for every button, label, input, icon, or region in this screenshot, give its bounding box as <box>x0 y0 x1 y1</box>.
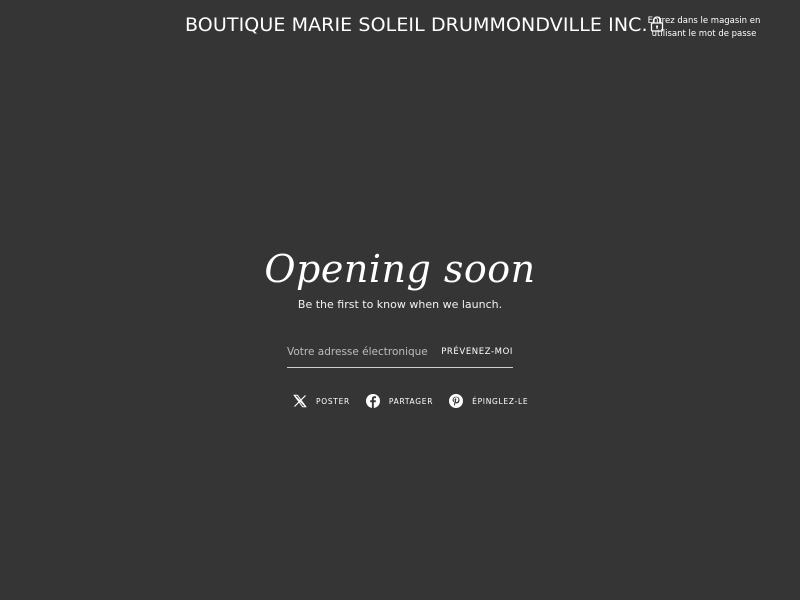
page-header: BOUTIQUE MARIE SOLEIL DRUMMONDVILLE INC.… <box>0 0 800 56</box>
share-pinterest-button[interactable]: ÉPINGLEZ-LE <box>448 393 528 409</box>
share-facebook-label: PARTAGER <box>388 396 434 406</box>
share-post-label: POSTER <box>316 396 350 406</box>
share-pinterest-label: ÉPINGLEZ-LE <box>472 396 529 406</box>
facebook-icon <box>365 394 380 408</box>
newsletter-form: PRÉVENEZ-MOI <box>287 337 513 368</box>
hero-title: Opening soon <box>264 247 536 291</box>
password-page: BOUTIQUE MARIE SOLEIL DRUMMONDVILLE INC.… <box>0 0 800 600</box>
store-title: BOUTIQUE MARIE SOLEIL DRUMMONDVILLE INC. <box>185 14 648 36</box>
x-icon <box>293 394 307 408</box>
share-post-button[interactable]: POSTER <box>292 393 350 409</box>
email-input[interactable] <box>287 338 442 366</box>
share-buttons: POSTER PARTAGER ÉPINGLEZ-LE <box>292 393 528 409</box>
pinterest-icon <box>449 394 464 408</box>
password-entry-line1: Entrez dans le magasin en <box>647 16 761 26</box>
share-facebook-button[interactable]: PARTAGER <box>365 393 433 409</box>
store-title-link[interactable]: BOUTIQUE MARIE SOLEIL DRUMMONDVILLE INC. <box>185 14 664 36</box>
notify-me-button[interactable]: PRÉVENEZ-MOI <box>441 338 513 366</box>
hero-subtitle: Be the first to know when we launch. <box>297 298 503 311</box>
password-entry-line2: utilisant le mot de passe <box>651 28 757 39</box>
hero-section: Opening soon Be the first to know when w… <box>250 244 550 312</box>
password-entry-link[interactable]: Entrez dans le magasin en utilisant le m… <box>644 15 764 40</box>
